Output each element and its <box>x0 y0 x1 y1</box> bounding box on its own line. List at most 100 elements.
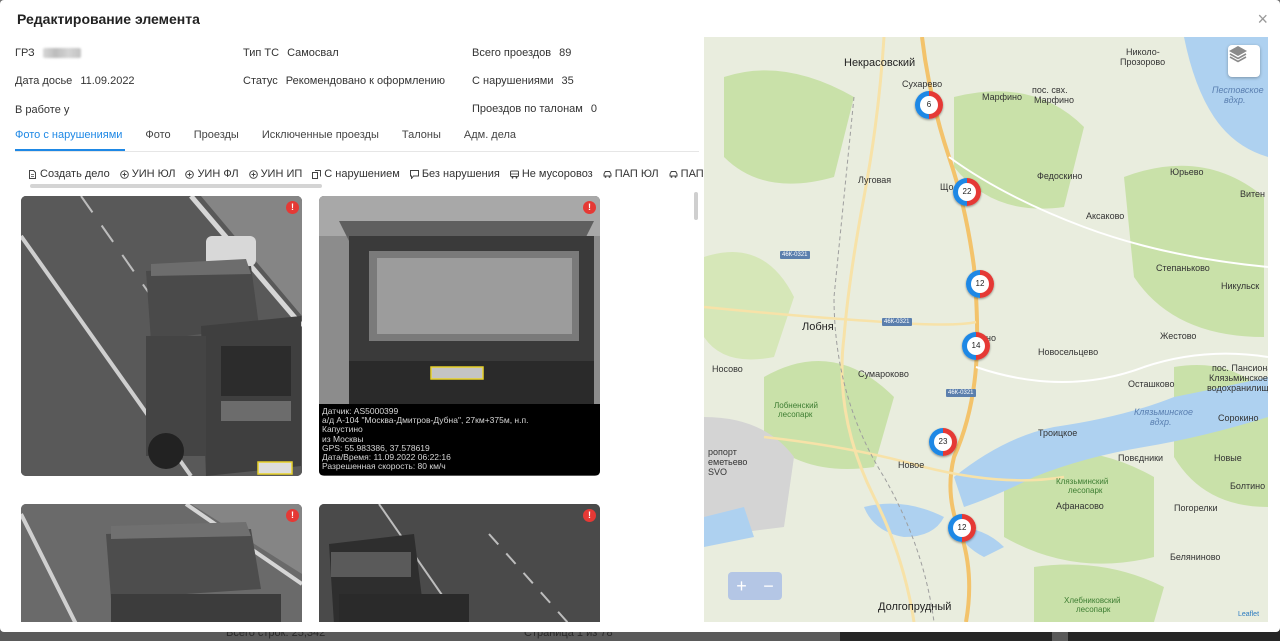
in-work-field: В работе у <box>15 104 77 116</box>
layers-button[interactable] <box>1228 45 1260 77</box>
without-violation-label: Без нарушения <box>421 168 500 180</box>
map-label: Федоскино <box>1037 171 1083 181</box>
map-label: Лобненский <box>774 401 819 410</box>
total-passes-value: 89 <box>559 47 572 59</box>
map-label: Що <box>940 182 954 192</box>
map-label: Носово <box>712 364 743 374</box>
plus-circle-icon <box>185 169 195 179</box>
status-label: Статус <box>243 75 278 87</box>
map-label: еметьево <box>708 457 748 467</box>
uin-ul-label: УИН ЮЛ <box>131 168 176 180</box>
photo-caption: Датчик: AS5000399 а/д А-104 "Москва-Дмит… <box>319 404 600 475</box>
map-label: Степаньково <box>1156 263 1210 273</box>
map-label: Марфино <box>1034 95 1075 105</box>
map-label: пос. свх. <box>1032 85 1068 95</box>
in-work-label: В работе у <box>15 104 70 116</box>
map-label: ропорт <box>708 447 737 457</box>
map-label: Николо- <box>1126 47 1160 57</box>
map-label: Жестово <box>1160 331 1197 341</box>
document-icon <box>28 169 37 179</box>
map-cluster-marker[interactable]: 23 <box>929 428 957 456</box>
map-label: лесопарк <box>1068 486 1103 495</box>
violations-label: С нарушениями <box>472 75 554 87</box>
tab-tickets[interactable]: Талоны <box>402 129 441 153</box>
map-label: лесопарк <box>1076 605 1111 614</box>
pap-ul-label: ПАП ЮЛ <box>614 168 659 180</box>
road-badge: 46К-0321 <box>946 389 976 397</box>
map-label: Витен <box>1240 189 1266 199</box>
status-value: Рекомендовано к оформлению <box>285 75 446 87</box>
map-label: Болтино <box>1230 481 1266 491</box>
zoom-out-button[interactable]: − <box>763 576 774 597</box>
not-garbage-truck-button[interactable]: Не мусоровоз <box>509 168 593 180</box>
map-attribution-link[interactable]: Leaflet <box>1238 611 1259 618</box>
dossier-date-label: Дата досье <box>15 75 73 87</box>
violation-photo[interactable]: ! <box>21 504 302 622</box>
without-violation-button[interactable]: Без нарушения <box>409 168 500 180</box>
zoom-in-button[interactable]: + <box>736 576 747 597</box>
road-badge: 46К-0321 <box>882 318 912 326</box>
not-garbage-truck-label: Не мусоровоз <box>521 168 593 180</box>
violations-value: 35 <box>561 75 574 87</box>
map-label: Луговая <box>858 175 892 185</box>
zoom-control: + − <box>728 572 782 600</box>
tab-photos[interactable]: Фото <box>145 129 170 153</box>
violation-photo[interactable]: Датчик: AS5000399 а/д А-104 "Москва-Дмит… <box>319 196 600 476</box>
modal-title: Редактирование элемента <box>17 11 200 27</box>
map-label: Беляниново <box>1170 552 1221 562</box>
car-icon <box>603 170 612 179</box>
map-cluster-marker[interactable]: 14 <box>962 332 990 360</box>
violations-field: С нарушениями 35 <box>472 75 574 87</box>
map-label: Осташково <box>1128 379 1175 389</box>
map-label: лесопарк <box>778 410 813 419</box>
create-case-button[interactable]: Создать дело <box>28 168 110 180</box>
uin-ip-button[interactable]: УИН ИП <box>248 168 302 180</box>
cluster-count: 22 <box>958 183 976 201</box>
map-cluster-marker[interactable]: 22 <box>953 178 981 206</box>
vehicle-type-value: Самосвал <box>287 47 339 59</box>
grz-value-blurred <box>42 48 81 59</box>
map-label: водохранилищ <box>1207 383 1268 393</box>
map-label: Афанасово <box>1056 501 1104 511</box>
caption-line: Разрешенная скорость: 80 км/ч <box>322 461 446 472</box>
map-label: Клязьминское <box>1209 373 1268 383</box>
gallery-scrollbar[interactable] <box>694 192 698 220</box>
dossier-date-field: Дата досье 11.09.2022 <box>15 75 135 87</box>
map-label: Новое <box>898 460 925 470</box>
with-violation-button[interactable]: С нарушением <box>312 168 400 180</box>
violation-photo[interactable]: ! <box>21 196 302 476</box>
map-label: Пестовское <box>1212 85 1264 95</box>
cluster-count: 14 <box>967 337 985 355</box>
map-cluster-marker[interactable]: 12 <box>966 270 994 298</box>
plus-circle-icon <box>119 169 129 179</box>
violation-photo[interactable]: ! <box>319 504 600 622</box>
tab-passes[interactable]: Проезды <box>194 129 239 153</box>
toolbar-scrollbar[interactable] <box>30 184 322 188</box>
map-label: Сорокино <box>1218 413 1259 423</box>
car-icon <box>669 170 678 179</box>
map-cluster-marker[interactable]: 12 <box>948 514 976 542</box>
grz-label: ГРЗ <box>15 47 35 59</box>
map-label: SVO <box>708 467 728 477</box>
map-label: Аксаково <box>1086 211 1125 221</box>
action-toolbar: Создать дело УИН ЮЛ УИН ФЛ УИН ИП С нару… <box>28 168 762 180</box>
tab-excluded-passes[interactable]: Исключенные проезды <box>262 129 379 153</box>
copy-icon <box>312 169 322 179</box>
map-label: Лобня <box>802 321 834 333</box>
uin-fl-button[interactable]: УИН ФЛ <box>185 168 239 180</box>
map-label: Троицкое <box>1038 428 1078 438</box>
close-icon[interactable]: × <box>1257 10 1268 28</box>
warning-icon: ! <box>583 509 596 522</box>
map-label: Повєдники <box>1118 453 1164 463</box>
uin-ul-button[interactable]: УИН ЮЛ <box>119 168 176 180</box>
grz-field: ГРЗ <box>15 47 81 59</box>
pap-ul-button[interactable]: ПАП ЮЛ <box>603 168 659 180</box>
vehicle-type-field: Тип ТС Самосвал <box>243 47 339 59</box>
with-violation-label: С нарушением <box>324 168 400 180</box>
map-view[interactable]: Некрасовский Сухарево Марфино пос. свх. … <box>704 37 1268 622</box>
map-label: Сумароково <box>858 369 909 379</box>
photo-gallery: ! Датчик: AS5000399 а/д А-104 "Москва-Дм… <box>15 190 699 622</box>
tab-adm-cases[interactable]: Адм. дела <box>464 129 516 153</box>
map-cluster-marker[interactable]: 6 <box>915 91 943 119</box>
road-badge: 46К-0321 <box>780 251 810 259</box>
